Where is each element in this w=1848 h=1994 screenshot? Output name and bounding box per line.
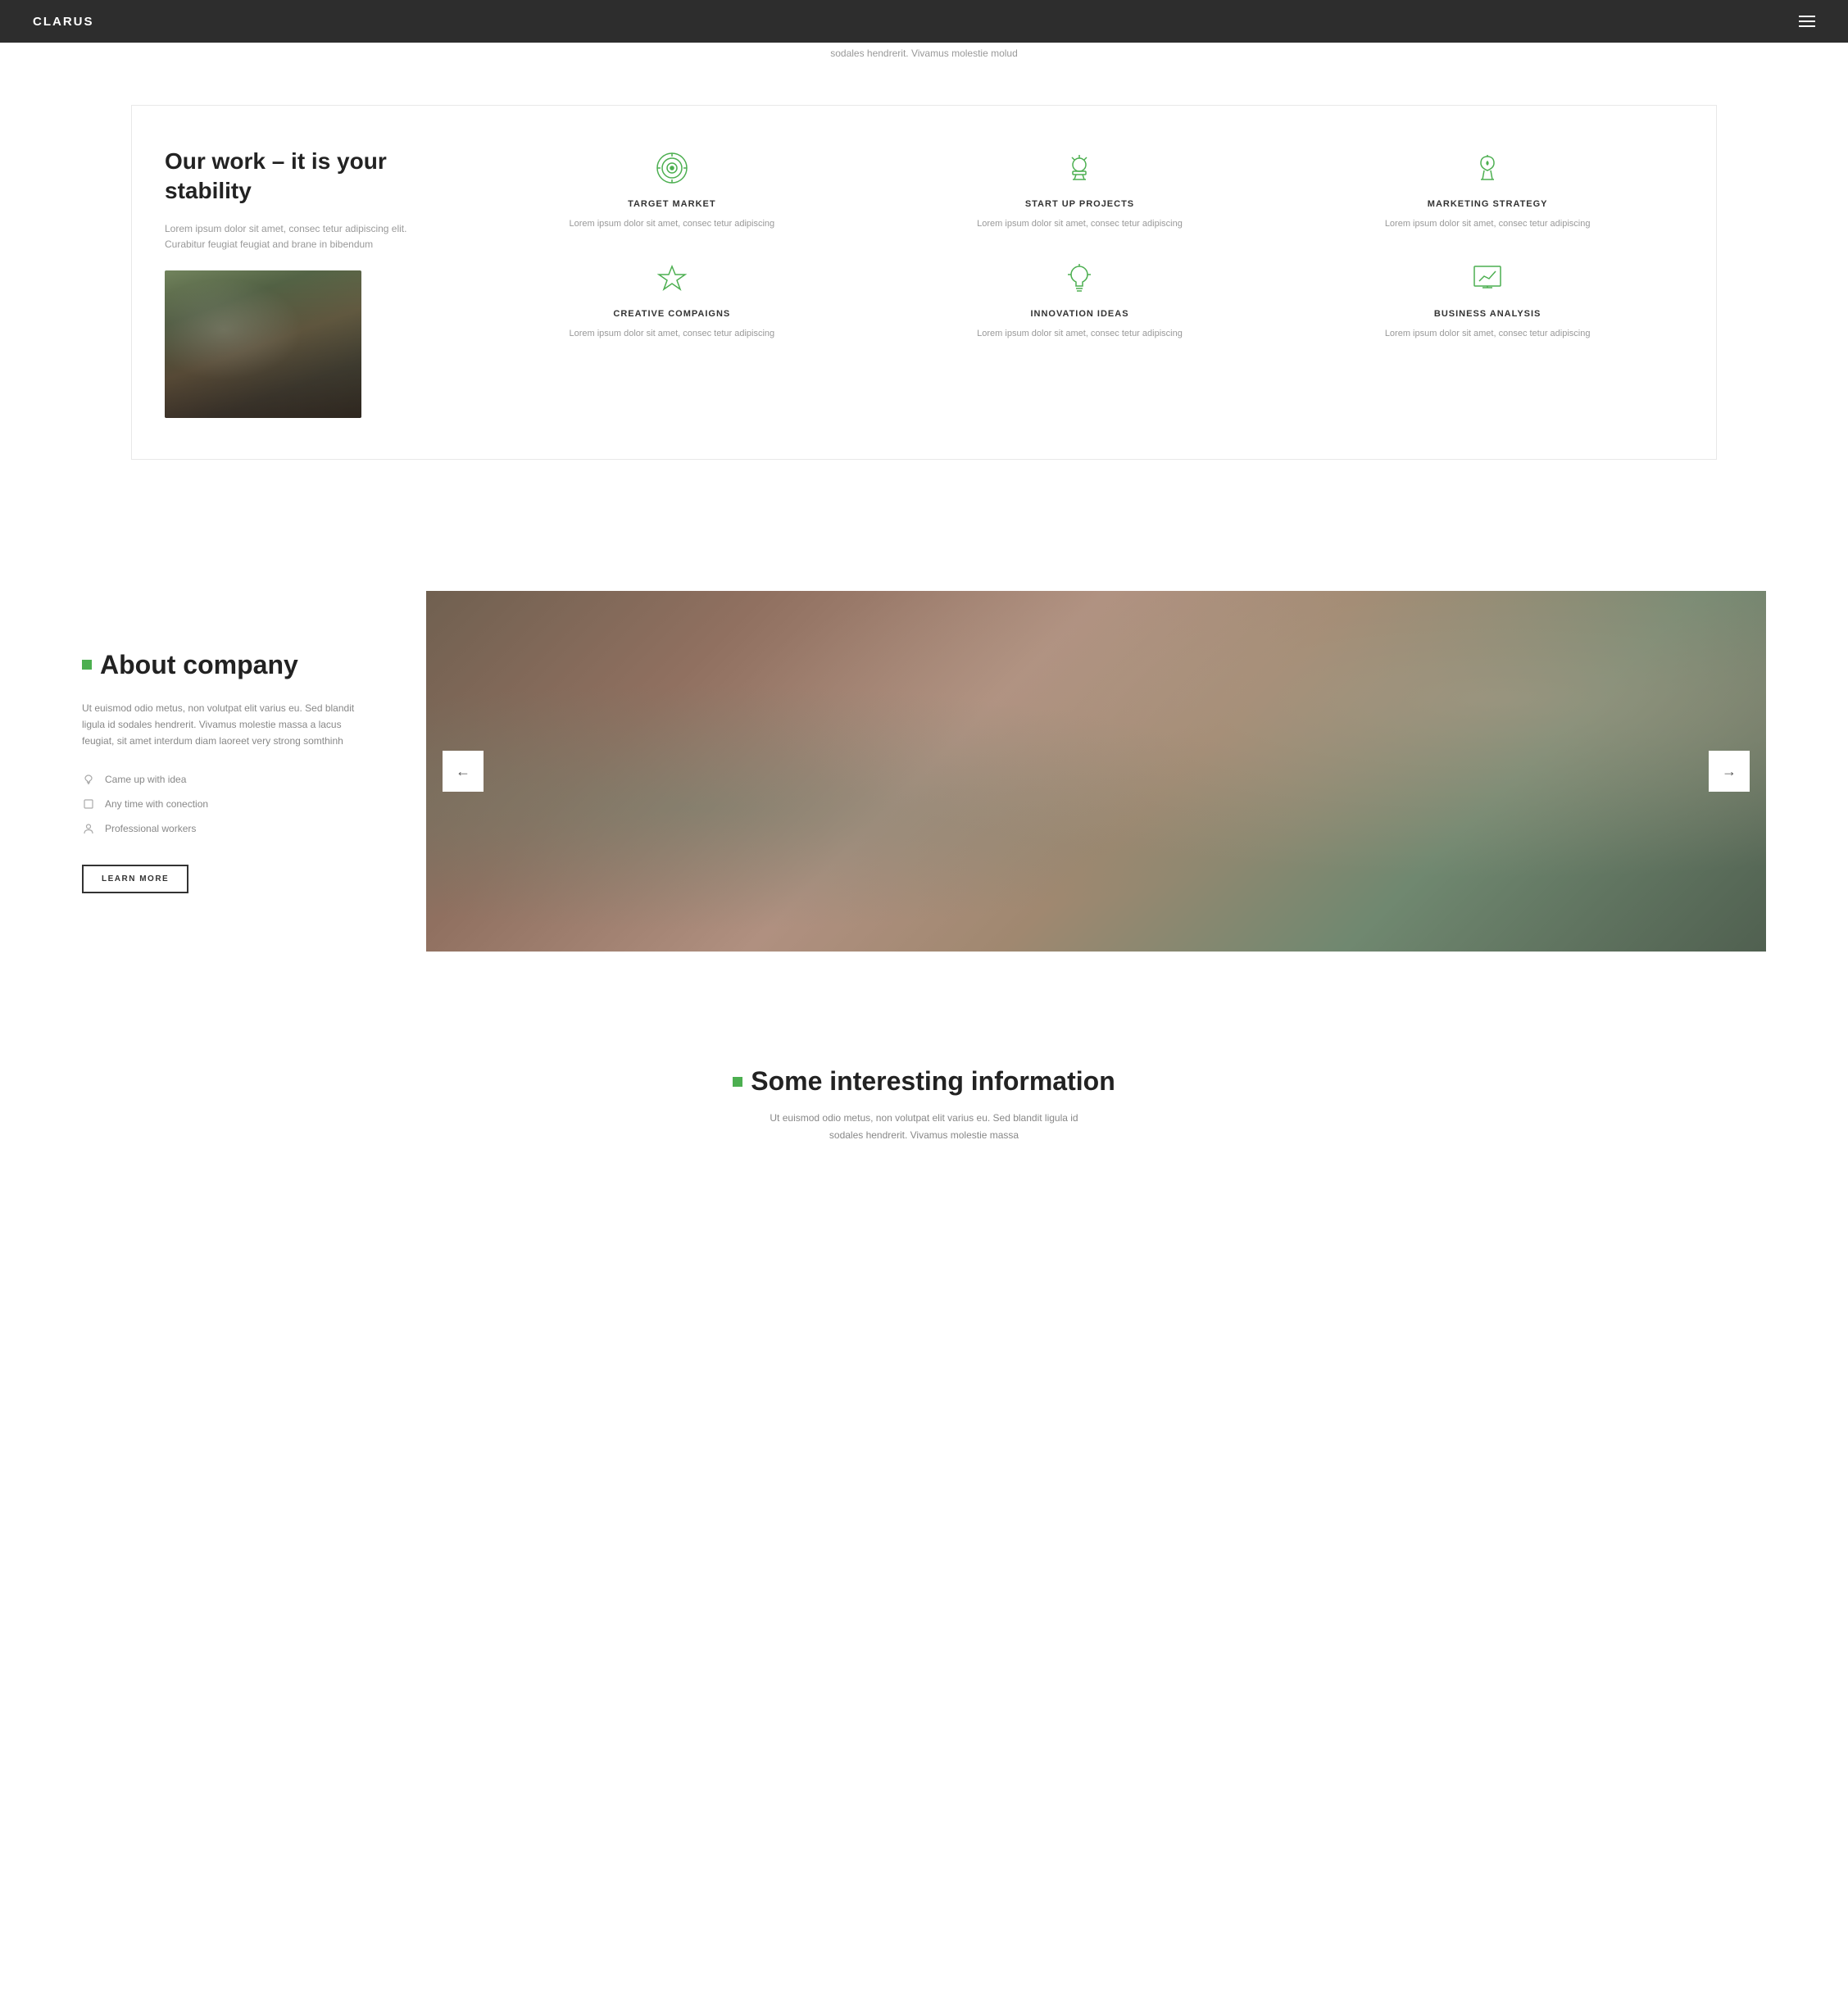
our-work-image [165,270,361,418]
person-icon [82,822,95,835]
top-scrolling-text: sodales hendrerit. Vivamus molestie molu… [0,43,1848,64]
feature-desc-startup: Lorem ipsum dolor sit amet, consec tetur… [884,217,1276,232]
slider-next-button[interactable]: → [1709,751,1750,792]
info-title: Some interesting information [82,1066,1766,1097]
business-analysis-icon [1466,257,1509,299]
navbar: CLARUS [0,0,1848,43]
creative-campaigns-icon [651,257,693,299]
feature-target-market: TARGET MARKET Lorem ipsum dolor sit amet… [476,147,868,232]
feature-business-analysis: BUSINESS ANALYSIS Lorem ipsum dolor sit … [1292,257,1683,342]
list-item-idea-text: Came up with idea [105,774,186,785]
feature-desc-marketing: Lorem ipsum dolor sit amet, consec tetur… [1292,217,1683,232]
feature-title-business: BUSINESS ANALYSIS [1292,309,1683,319]
feature-creative-campaigns: CREATIVE COMPAIGNS Lorem ipsum dolor sit… [476,257,868,342]
about-section: About company Ut euismod odio metus, non… [0,525,1848,1017]
info-description: Ut euismod odio metus, non volutpat elit… [769,1110,1080,1143]
title-accent-dot [82,660,92,670]
list-item-idea: Came up with idea [82,773,361,786]
marketing-strategy-icon [1466,147,1509,189]
about-image-slider: ← → [426,591,1766,952]
list-item-connection-text: Any time with conection [105,798,208,810]
feature-title-startup: START UP PROJECTS [884,199,1276,209]
features-grid: TARGET MARKET Lorem ipsum dolor sit amet… [476,147,1683,341]
startup-projects-icon [1058,147,1101,189]
navbar-logo: CLARUS [33,15,94,29]
feature-desc-innovation: Lorem ipsum dolor sit amet, consec tetur… [884,327,1276,342]
our-work-title: Our work – it is your stability [165,147,427,207]
info-title-dot [733,1077,742,1087]
info-section: Some interesting information Ut euismod … [0,1017,1848,1176]
our-work-section: Our work – it is your stability Lorem ip… [0,64,1848,525]
our-work-left: Our work – it is your stability Lorem ip… [165,147,427,418]
our-work-wrapper: Our work – it is your stability Lorem ip… [131,105,1717,460]
about-title: About company [82,650,361,680]
feature-title-target-market: TARGET MARKET [476,199,868,209]
lightbulb-icon [82,773,95,786]
feature-desc-business: Lorem ipsum dolor sit amet, consec tetur… [1292,327,1683,342]
about-left: About company Ut euismod odio metus, non… [82,650,361,893]
feature-title-creative: CREATIVE COMPAIGNS [476,309,868,319]
connection-icon [82,797,95,811]
feature-desc-target-market: Lorem ipsum dolor sit amet, consec tetur… [476,217,868,232]
learn-more-button[interactable]: LEARN MORE [82,865,188,893]
innovation-ideas-icon [1058,257,1101,299]
list-item-connection: Any time with conection [82,797,361,811]
list-item-workers: Professional workers [82,822,361,835]
feature-title-innovation: INNOVATION IDEAS [884,309,1276,319]
our-work-description: Lorem ipsum dolor sit amet, consec tetur… [165,221,427,252]
feature-startup-projects: START UP PROJECTS Lorem ipsum dolor sit … [884,147,1276,232]
feature-desc-creative: Lorem ipsum dolor sit amet, consec tetur… [476,327,868,342]
list-item-workers-text: Professional workers [105,823,196,834]
about-image-bg [426,591,1766,952]
about-description: Ut euismod odio metus, non volutpat elit… [82,700,361,750]
hamburger-menu-icon[interactable] [1799,16,1815,27]
target-market-icon [651,147,693,189]
feature-marketing-strategy: MARKETING STRATEGY Lorem ipsum dolor sit… [1292,147,1683,232]
feature-title-marketing: MARKETING STRATEGY [1292,199,1683,209]
about-image [426,591,1766,952]
about-feature-list: Came up with idea Any time with conectio… [82,773,361,835]
feature-innovation-ideas: INNOVATION IDEAS Lorem ipsum dolor sit a… [884,257,1276,342]
slider-prev-button[interactable]: ← [443,751,484,792]
